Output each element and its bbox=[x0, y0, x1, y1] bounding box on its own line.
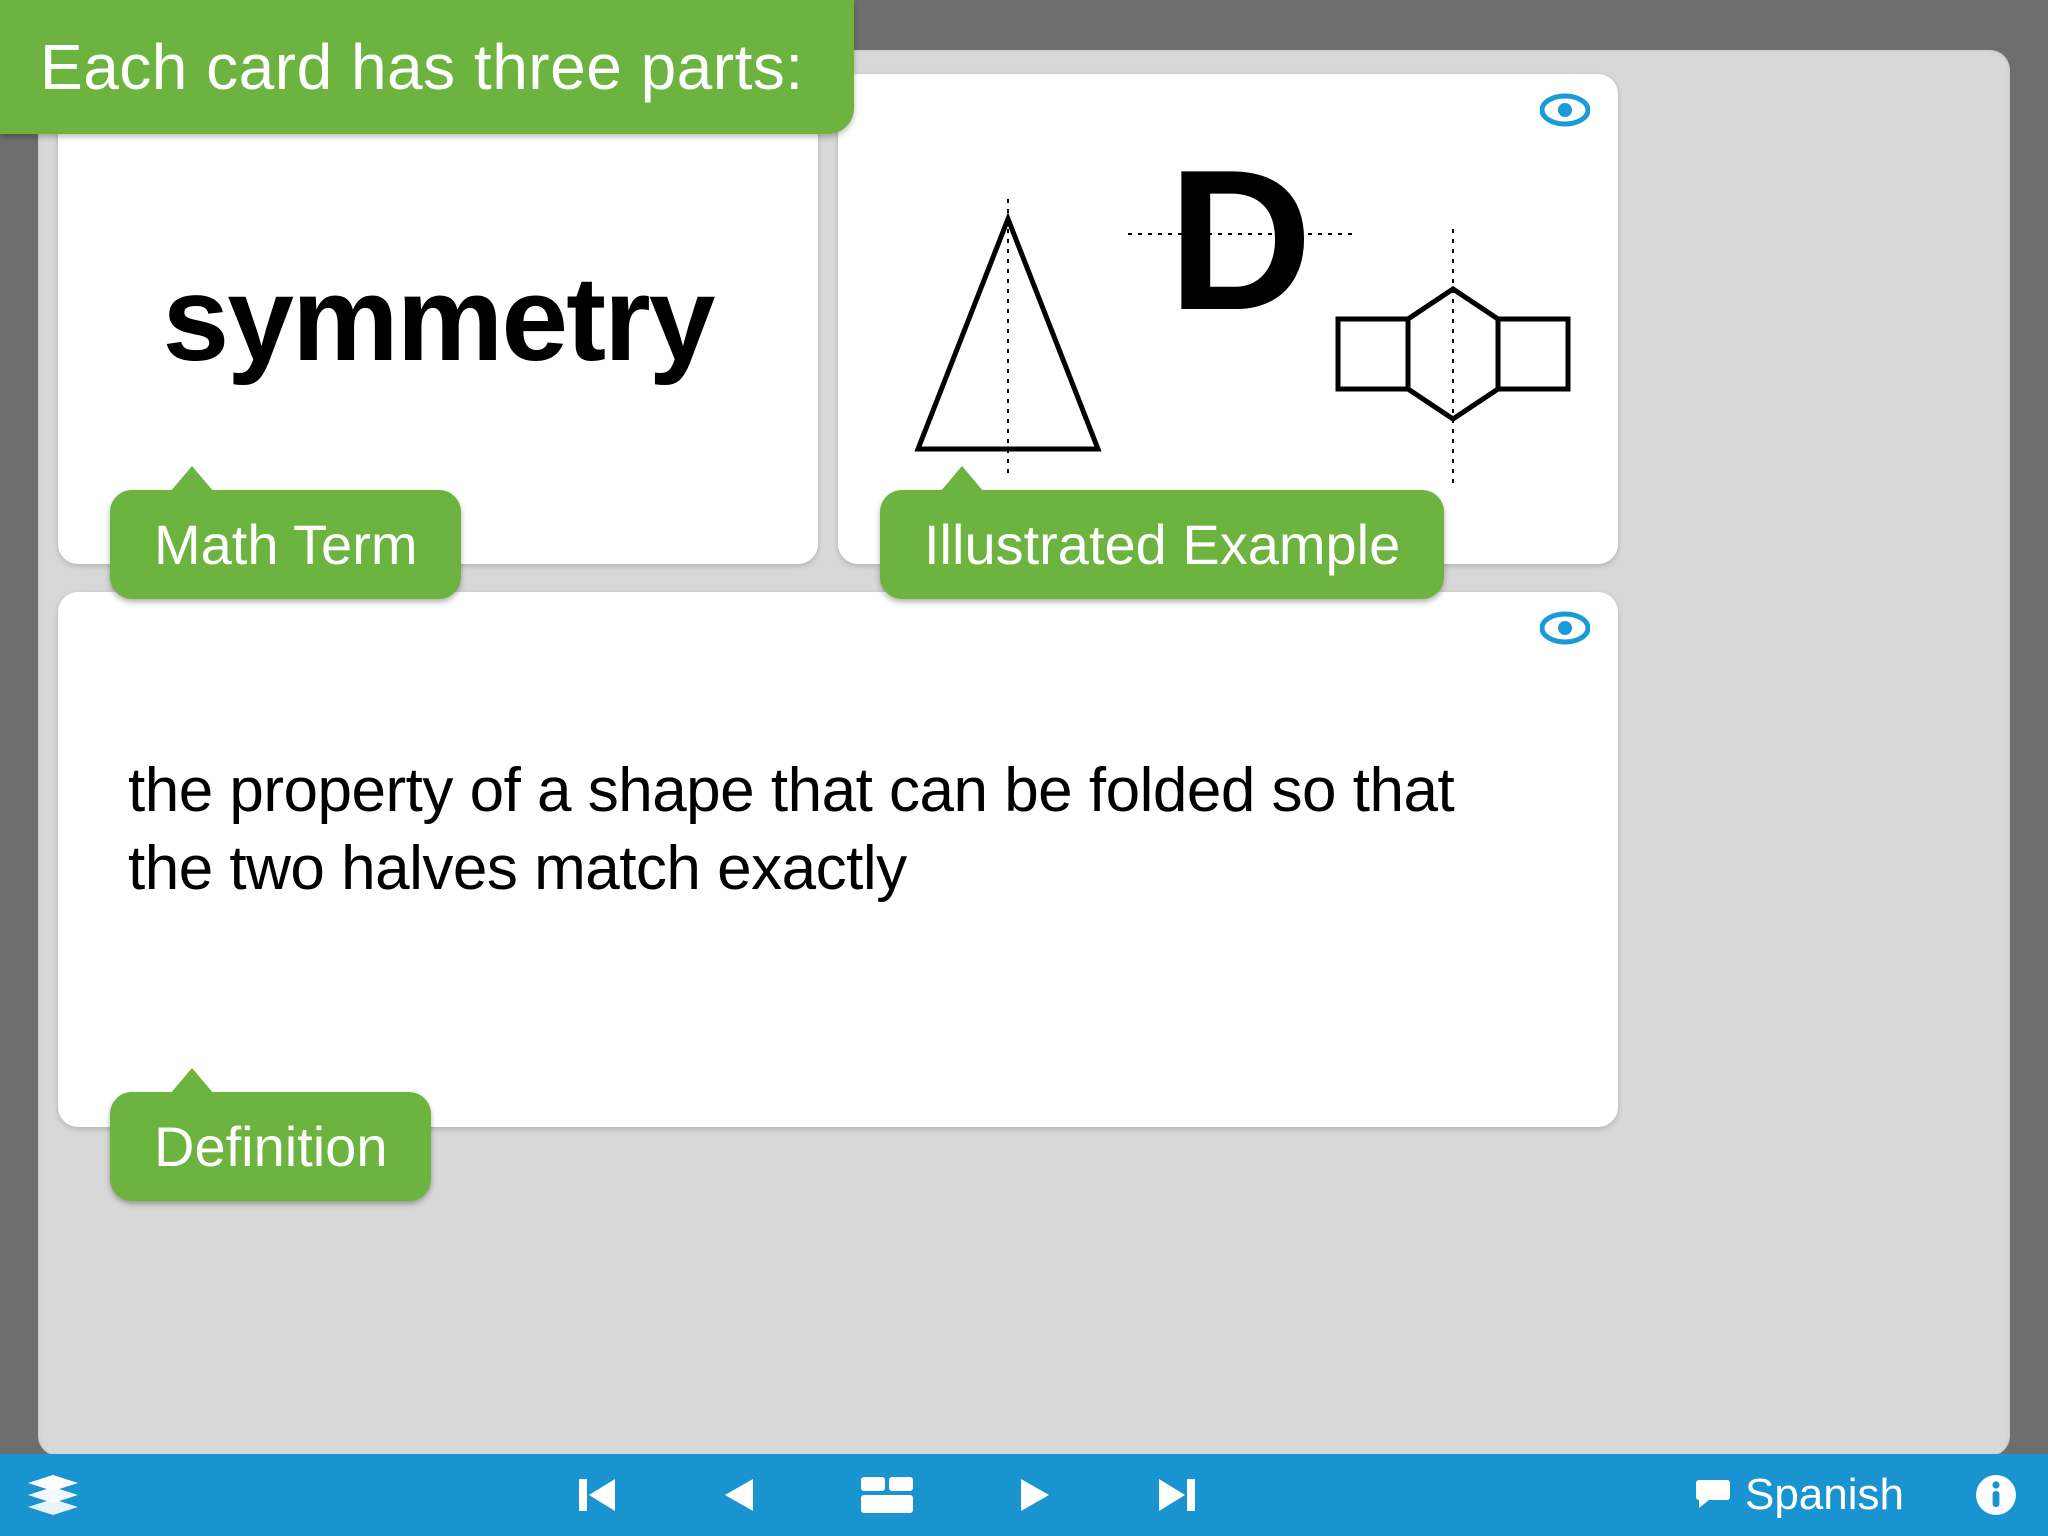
deck-menu-button[interactable] bbox=[24, 1473, 82, 1517]
skip-forward-icon bbox=[1155, 1473, 1199, 1517]
callout-illustrated-example: Illustrated Example bbox=[880, 490, 1444, 599]
svg-text:D: D bbox=[1168, 134, 1312, 352]
eye-icon[interactable] bbox=[1540, 92, 1590, 128]
bottom-toolbar: Spanish bbox=[0, 1454, 2048, 1536]
card-layout-button[interactable] bbox=[859, 1475, 915, 1515]
grid-icon bbox=[859, 1475, 915, 1515]
eye-icon[interactable] bbox=[1540, 610, 1590, 646]
definition-card[interactable]: the property of a shape that can be fold… bbox=[58, 592, 1618, 1127]
first-card-button[interactable] bbox=[575, 1473, 619, 1517]
definition-text: the property of a shape that can be fold… bbox=[128, 752, 1548, 907]
play-back-icon bbox=[719, 1473, 759, 1517]
stack-icon bbox=[24, 1473, 82, 1517]
language-label: Spanish bbox=[1745, 1470, 1904, 1520]
speech-bubble-icon bbox=[1693, 1476, 1731, 1515]
info-icon bbox=[1974, 1473, 2018, 1517]
callout-math-term: Math Term bbox=[110, 490, 461, 599]
language-toggle[interactable]: Spanish bbox=[1693, 1470, 1904, 1520]
last-card-button[interactable] bbox=[1155, 1473, 1199, 1517]
previous-card-button[interactable] bbox=[719, 1473, 759, 1517]
intro-banner: Each card has three parts: bbox=[0, 0, 854, 134]
term-text: symmetry bbox=[162, 250, 713, 388]
skip-back-icon bbox=[575, 1473, 619, 1517]
callout-definition: Definition bbox=[110, 1092, 431, 1201]
play-forward-icon bbox=[1015, 1473, 1055, 1517]
next-card-button[interactable] bbox=[1015, 1473, 1055, 1517]
info-button[interactable] bbox=[1974, 1473, 2018, 1517]
